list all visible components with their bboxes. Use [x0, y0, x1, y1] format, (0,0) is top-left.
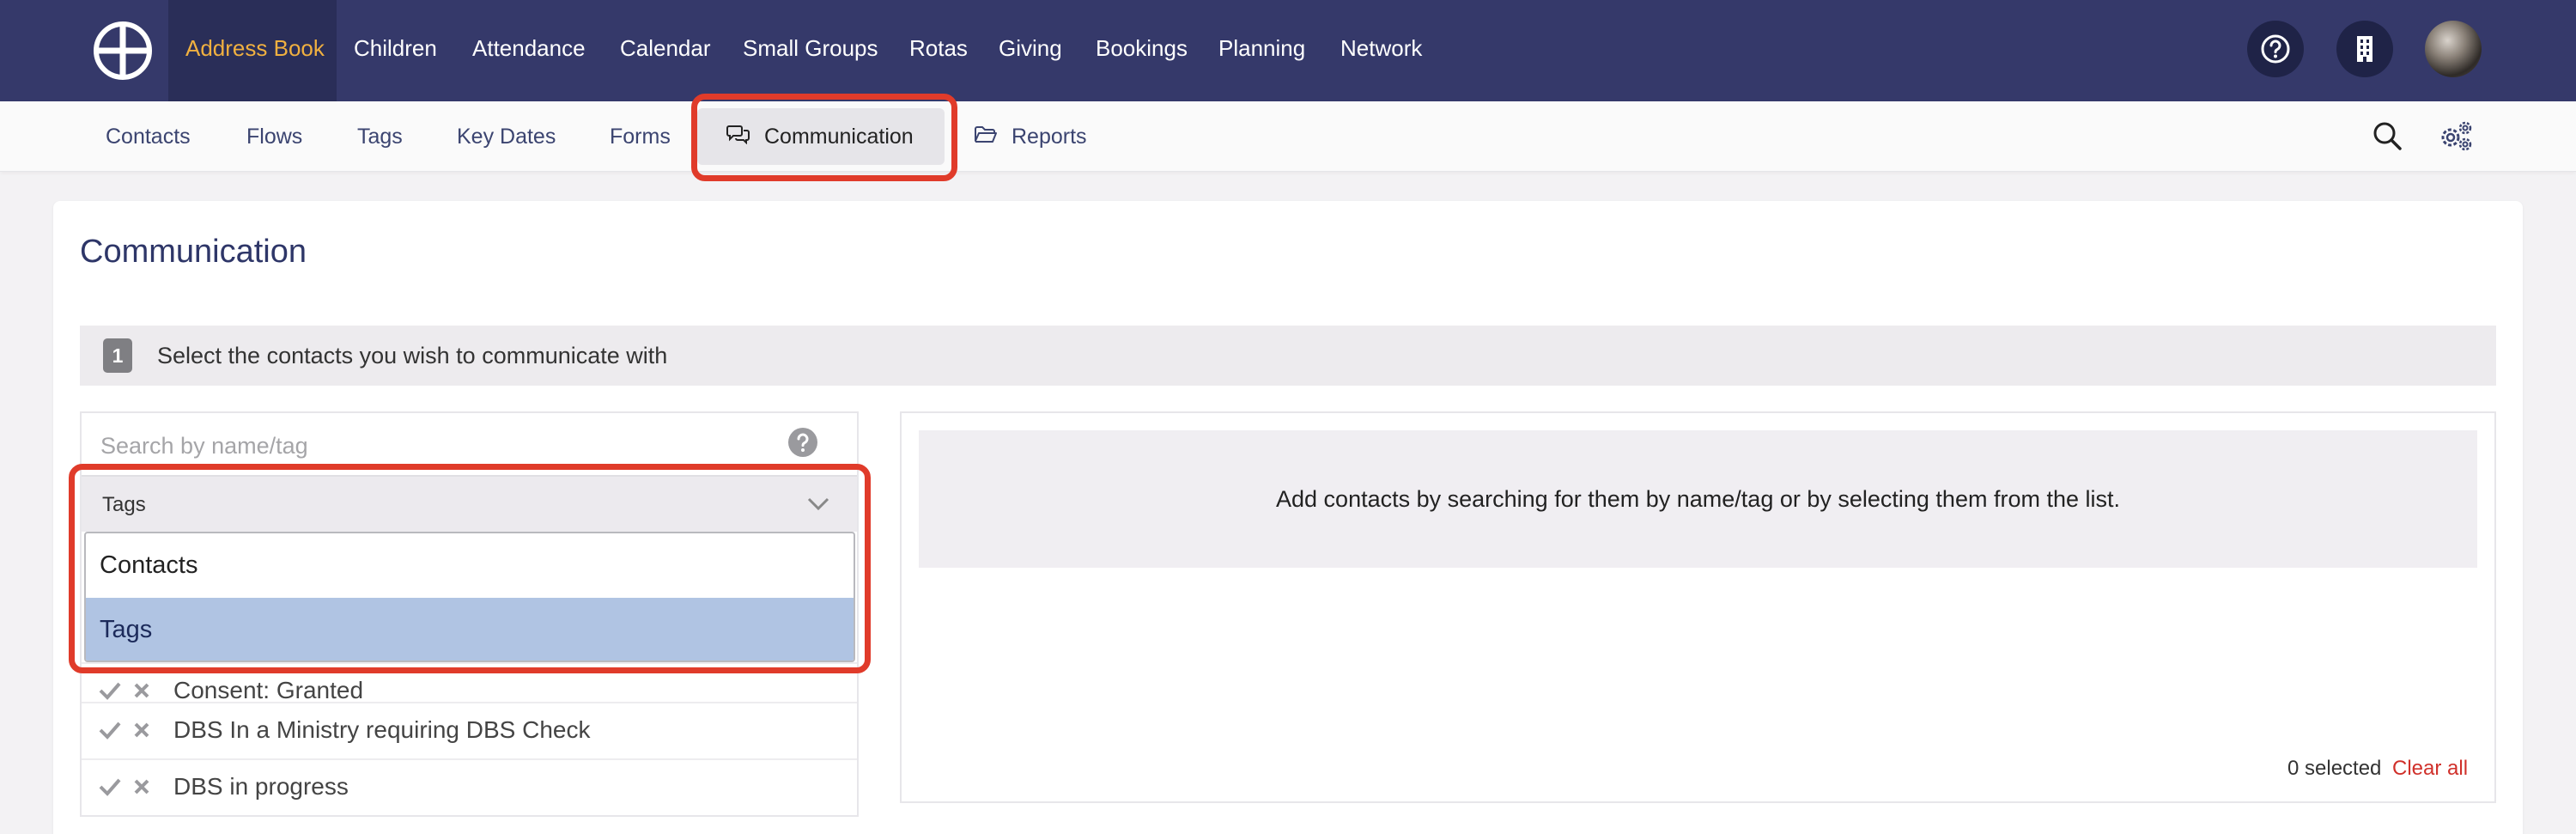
topnav-attendance[interactable]: Attendance	[472, 0, 586, 101]
x-icon[interactable]	[133, 721, 150, 739]
avatar[interactable]	[2425, 21, 2482, 77]
chevron-down-icon	[807, 497, 829, 511]
filter-type-dropdown: Contacts Tags	[84, 532, 855, 662]
subnav-tags[interactable]: Tags	[357, 101, 403, 172]
search-icon[interactable]	[2372, 120, 2403, 151]
selected-contacts-panel: Add contacts by searching for them by na…	[900, 411, 2496, 803]
help-button[interactable]	[2247, 21, 2304, 77]
topnav-giving[interactable]: Giving	[999, 0, 1062, 101]
tag-row[interactable]: DBS In a Ministry requiring DBS Check	[82, 702, 857, 758]
filter-type-value: Tags	[102, 493, 146, 516]
step-text: Select the contacts you wish to communic…	[157, 343, 668, 368]
clear-all-link[interactable]: Clear all	[2392, 757, 2468, 781]
topnav-small-groups[interactable]: Small Groups	[743, 0, 878, 101]
subnav-key-dates[interactable]: Key Dates	[457, 101, 556, 172]
check-icon[interactable]	[99, 721, 121, 740]
subnav-contacts[interactable]: Contacts	[106, 101, 191, 172]
tag-row[interactable]: DBS in progress	[82, 758, 857, 815]
check-icon[interactable]	[99, 681, 121, 700]
search-input[interactable]	[100, 427, 787, 465]
dropdown-option-tags[interactable]: Tags	[86, 598, 854, 661]
page-title: Communication	[80, 234, 307, 270]
chat-bubbles-icon	[726, 109, 750, 166]
top-navigation-bar: Address Book Children Attendance Calenda…	[0, 0, 2576, 101]
dropdown-option-contacts[interactable]: Contacts	[86, 533, 854, 598]
topnav-rotas[interactable]: Rotas	[909, 0, 968, 101]
subnav-reports[interactable]: Reports	[974, 101, 1087, 172]
topnav-calendar[interactable]: Calendar	[620, 0, 711, 101]
subnav-forms[interactable]: Forms	[610, 101, 671, 172]
folder-open-icon	[974, 102, 998, 173]
organisation-button[interactable]	[2336, 21, 2393, 77]
subnav-flows[interactable]: Flows	[246, 101, 302, 172]
topnav-network[interactable]: Network	[1340, 0, 1422, 101]
subnav-communication[interactable]: Communication	[697, 108, 945, 165]
church-wheel-logo-icon[interactable]	[93, 21, 153, 81]
check-icon[interactable]	[99, 777, 121, 796]
step-header: 1 Select the contacts you wish to commun…	[80, 326, 2496, 386]
question-circle-icon[interactable]	[787, 427, 818, 458]
building-icon	[2357, 36, 2372, 62]
filter-type-select[interactable]: Tags	[82, 475, 857, 532]
tag-label: DBS In a Ministry requiring DBS Check	[173, 716, 591, 743]
contact-selector-panel: Consent: Granted DBS In a Ministry requi…	[80, 411, 859, 817]
settings-gears-icon[interactable]	[2437, 119, 2475, 153]
topnav-bookings[interactable]: Bookings	[1096, 0, 1188, 101]
topnav-address-book[interactable]: Address Book	[168, 0, 337, 101]
help-icon	[2261, 34, 2290, 64]
x-icon[interactable]	[133, 778, 150, 795]
tag-label: DBS in progress	[173, 773, 349, 800]
empty-state-message: Add contacts by searching for them by na…	[919, 430, 2477, 568]
topnav-planning[interactable]: Planning	[1218, 0, 1305, 101]
x-icon[interactable]	[133, 682, 150, 699]
subnav-reports-label: Reports	[1012, 125, 1087, 149]
step-number-badge: 1	[103, 338, 132, 373]
topnav-children[interactable]: Children	[354, 0, 437, 101]
selected-count: 0 selected	[2287, 757, 2382, 780]
subnav-communication-label: Communication	[764, 125, 914, 149]
address-book-subnav: Contacts Flows Tags Key Dates Forms Comm…	[0, 101, 2576, 172]
